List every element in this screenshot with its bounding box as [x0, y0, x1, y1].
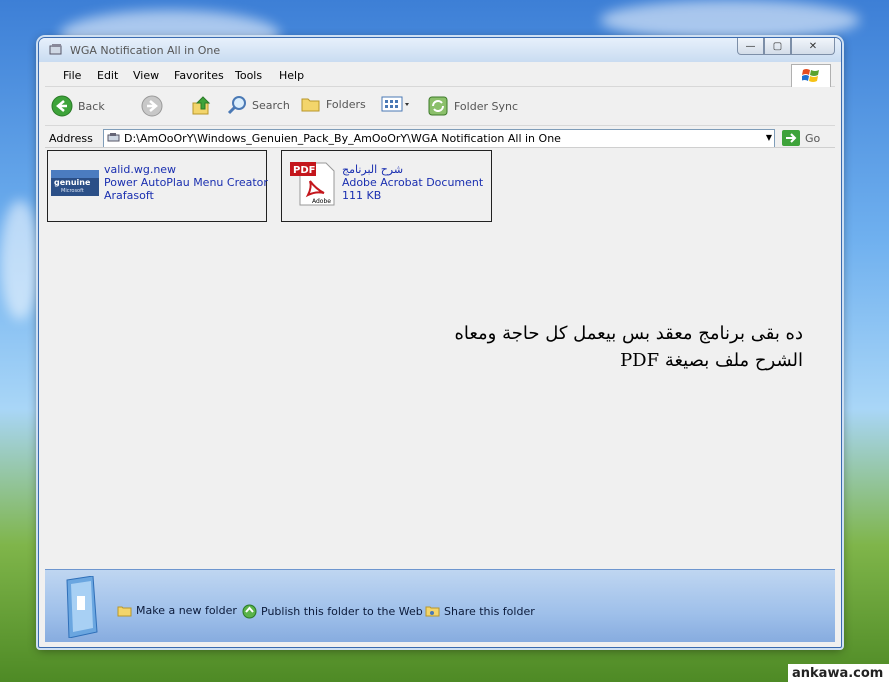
- svg-text:genuine: genuine: [54, 178, 91, 187]
- up-folder-button[interactable]: [191, 95, 218, 117]
- address-label: Address: [49, 132, 93, 145]
- annotation-line: ده بقى برنامج معقد بس بيعمل كل حاجة ومعا…: [454, 323, 803, 344]
- share-folder-label: Share this folder: [444, 604, 535, 618]
- maximize-button[interactable]: ▢: [764, 38, 791, 55]
- svg-text:Microsoft: Microsoft: [61, 188, 84, 194]
- genuine-microsoft-icon: genuine Microsoft: [51, 170, 99, 196]
- folders-icon: [301, 98, 320, 112]
- menu-file[interactable]: File: [63, 69, 81, 82]
- drive-icon: [107, 133, 120, 142]
- svg-text:Adobe: Adobe: [312, 198, 331, 205]
- folders-button[interactable]: Folders: [301, 95, 366, 113]
- close-icon: ✕: [808, 40, 818, 52]
- windows-logo: [791, 64, 831, 88]
- publish-folder-link[interactable]: Publish this folder to the Web: [242, 604, 423, 619]
- annotation-line: الشرح ملف بصيغة PDF: [620, 350, 803, 371]
- back-button[interactable]: Back: [51, 95, 105, 117]
- search-icon: [227, 96, 246, 115]
- menu-bar: File Edit View Favorites Tools Help: [45, 64, 835, 88]
- background-cloud: [600, 0, 860, 40]
- up-folder-icon: [192, 96, 211, 115]
- forward-button[interactable]: [141, 95, 168, 117]
- maximize-icon: ▢: [772, 40, 783, 52]
- back-arrow-icon: [51, 95, 73, 117]
- make-new-folder-label: Make a new folder: [136, 604, 237, 617]
- menu-favorites[interactable]: Favorites: [174, 69, 224, 82]
- share-folder-icon: [425, 606, 440, 617]
- minimize-icon: —: [745, 40, 756, 52]
- svg-text:PDF: PDF: [293, 165, 315, 176]
- new-folder-icon: [117, 606, 132, 617]
- folder-graphic-icon: [66, 576, 98, 638]
- file-name: valid.wg.new: [104, 163, 177, 176]
- search-label: Search: [252, 98, 290, 112]
- minimize-button[interactable]: —: [737, 38, 764, 55]
- close-button[interactable]: ✕: [791, 38, 835, 55]
- views-grid-icon: [381, 96, 409, 112]
- app-window-icon: [49, 44, 62, 55]
- watermark-text: ankawa.com: [792, 665, 884, 681]
- forward-arrow-icon: [141, 95, 163, 117]
- menu-help[interactable]: Help: [279, 69, 304, 82]
- address-dropdown-icon[interactable]: ▼: [766, 133, 772, 142]
- watermark: ankawa.com: [788, 664, 889, 682]
- go-label: Go: [805, 131, 821, 145]
- task-pane: Make a new folder Publish this folder to…: [45, 569, 835, 642]
- file-company: Arafasoft: [104, 189, 154, 202]
- folders-label: Folders: [326, 97, 366, 111]
- search-button[interactable]: Search: [227, 95, 290, 115]
- file-size: 111 KB: [342, 189, 382, 202]
- menu-view[interactable]: View: [133, 69, 159, 82]
- file-tile[interactable]: genuine Microsoft valid.wg.new Power Aut…: [47, 150, 268, 222]
- file-type: Adobe Acrobat Document: [342, 176, 484, 189]
- folder-sync-label: Folder Sync: [454, 99, 519, 113]
- folder-sync-button[interactable]: Folder Sync: [427, 95, 518, 117]
- publish-web-icon: [242, 604, 257, 619]
- file-description: Power AutoPlau Menu Creator: [104, 176, 268, 189]
- pdf-icon: PDF Adobe: [290, 162, 335, 206]
- background-cloud: [0, 200, 40, 320]
- annotation-text: ده بقى برنامج معقد بس بيعمل كل حاجة ومعا…: [451, 320, 803, 374]
- address-path: D:\AmOoOrY\Windows_Genuien_Pack_By_AmOoO…: [124, 132, 561, 145]
- file-list-area[interactable]: genuine Microsoft valid.wg.new Power Aut…: [45, 147, 835, 569]
- address-bar: Address D:\AmOoOrY\Windows_Genuien_Pack_…: [45, 127, 835, 149]
- views-button[interactable]: [381, 95, 411, 113]
- folder-sync-icon: [428, 96, 448, 116]
- toolbar: Back Search Folders Folder Sync: [45, 87, 835, 126]
- back-label: Back: [78, 99, 105, 113]
- file-tile[interactable]: PDF Adobe شرح البرنامج Adobe Acrobat Doc…: [281, 150, 492, 222]
- explorer-window: WGA Notification All in One — ▢ ✕ File E…: [38, 37, 842, 648]
- file-name: شرح البرنامج: [342, 163, 404, 176]
- make-new-folder-link[interactable]: Make a new folder: [117, 604, 237, 617]
- menu-tools[interactable]: Tools: [235, 69, 262, 82]
- share-folder-link[interactable]: Share this folder: [425, 604, 535, 618]
- windows-flag-icon: [802, 69, 819, 82]
- title-bar[interactable]: WGA Notification All in One — ▢ ✕: [39, 38, 841, 62]
- go-arrow-icon: [782, 130, 800, 146]
- address-input[interactable]: D:\AmOoOrY\Windows_Genuien_Pack_By_AmOoO…: [103, 129, 775, 148]
- go-button[interactable]: Go: [781, 129, 820, 147]
- menu-edit[interactable]: Edit: [97, 69, 118, 82]
- window-title: WGA Notification All in One: [70, 44, 221, 57]
- publish-folder-label: Publish this folder to the Web: [261, 605, 423, 618]
